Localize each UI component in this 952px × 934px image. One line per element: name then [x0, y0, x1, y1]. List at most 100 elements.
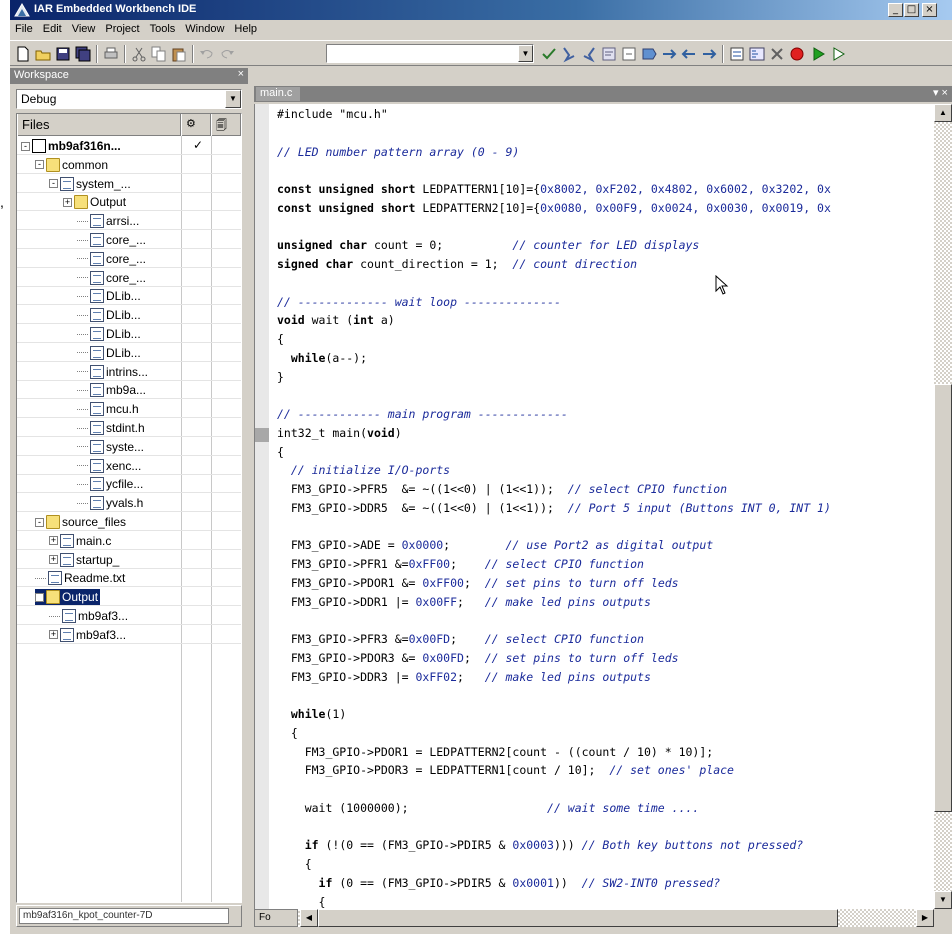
menu-edit[interactable]: Edit: [38, 20, 67, 40]
menu-tools[interactable]: Tools: [145, 20, 181, 40]
code-line[interactable]: FM3_GPIO->DDR3 |= 0xFF02; // make led pi…: [277, 669, 651, 685]
collapse-icon[interactable]: -: [35, 592, 44, 602]
tree-row[interactable]: - Output: [17, 588, 241, 607]
menu-help[interactable]: Help: [229, 20, 262, 40]
expand-icon[interactable]: +: [49, 555, 58, 565]
code-line[interactable]: FM3_GPIO->PDOR1 = LEDPATTERN2[count - ((…: [277, 744, 714, 760]
code-line[interactable]: int32_t main(void): [277, 425, 402, 441]
tree-node[interactable]: + Output: [63, 194, 126, 210]
download-and-debug-icon[interactable]: [830, 45, 848, 63]
collapse-icon[interactable]: -: [21, 141, 30, 151]
tree-row[interactable]: intrins...: [17, 363, 241, 381]
tree-row[interactable]: DLib...: [17, 325, 241, 343]
collapse-icon[interactable]: -: [35, 160, 44, 170]
tree-row[interactable]: syste...: [17, 438, 241, 456]
tree-row[interactable]: + Output: [17, 193, 241, 212]
code-line[interactable]: {: [277, 856, 312, 872]
tree-row[interactable]: Readme.txt: [17, 569, 241, 588]
tree-node[interactable]: mb9a...: [77, 382, 146, 398]
code-line[interactable]: {: [277, 725, 298, 741]
code-line[interactable]: {: [277, 894, 326, 910]
expand-icon[interactable]: +: [63, 197, 72, 207]
code-line[interactable]: unsigned char count = 0; // counter for …: [277, 237, 699, 253]
code-editor[interactable]: #include "mcu.h" // LED number pattern ar…: [254, 104, 950, 909]
code-line[interactable]: FM3_GPIO->PDOR3 &= 0x00FD; // set pins t…: [277, 650, 679, 666]
code-line[interactable]: FM3_GPIO->PFR5 &= ~((1<<0) | (1<<1)); //…: [277, 481, 727, 497]
code-line[interactable]: const unsigned short LEDPATTERN2[10]={0x…: [277, 200, 831, 216]
toggle-breakpoint-icon[interactable]: [788, 45, 806, 63]
tree-node[interactable]: + startup_: [49, 552, 119, 568]
tree-row[interactable]: xenc...: [17, 457, 241, 475]
next-bookmark-icon[interactable]: [660, 45, 678, 63]
horizontal-scroll-thumb[interactable]: [318, 909, 838, 927]
expand-icon[interactable]: +: [49, 630, 58, 640]
save-all-icon[interactable]: [74, 45, 92, 63]
make-icon[interactable]: [748, 45, 766, 63]
code-line[interactable]: FM3_GPIO->PDOR3 = LEDPATTERN1[count / 10…: [277, 762, 734, 778]
debug-icon[interactable]: [810, 45, 828, 63]
navigate-forward-icon[interactable]: [700, 45, 718, 63]
code-line[interactable]: FM3_GPIO->PFR1 &=0xFF00; // select CPIO …: [277, 556, 644, 572]
close-button[interactable]: ×: [922, 3, 937, 17]
tree-node[interactable]: + main.c: [49, 533, 111, 549]
collapse-icon[interactable]: -: [49, 179, 58, 189]
code-line[interactable]: if (0 == (FM3_GPIO->PDIR5 & 0x0001)) // …: [277, 875, 721, 891]
code-line[interactable]: // ------------ main program -----------…: [277, 406, 568, 422]
tree-row[interactable]: mb9af3...: [17, 607, 241, 625]
workspace-tab[interactable]: mb9af316n_kpot_counter-7D: [19, 908, 229, 924]
code-line[interactable]: }: [277, 369, 284, 385]
code-line[interactable]: FM3_GPIO->PFR3 &=0x00FD; // select CPIO …: [277, 631, 644, 647]
minimize-button[interactable]: _: [888, 3, 903, 17]
tree-row[interactable]: DLib...: [17, 344, 241, 362]
print-icon[interactable]: [102, 45, 120, 63]
code-line[interactable]: wait (1000000); // wait some time ....: [277, 800, 700, 816]
tree-node[interactable]: core_...: [77, 270, 146, 286]
undo-icon[interactable]: [198, 45, 216, 63]
tree-row[interactable]: - source_files: [17, 513, 241, 531]
output-column-icon[interactable]: 🗐: [211, 114, 241, 136]
tree-row[interactable]: arrsi...: [17, 212, 241, 231]
navigate-back-icon[interactable]: [680, 45, 698, 63]
horizontal-scrollbar[interactable]: Fo ◀ ▶: [254, 909, 934, 927]
find-combo[interactable]: ▼: [326, 44, 534, 63]
tree-row[interactable]: core_...: [17, 250, 241, 268]
close-icon[interactable]: ×: [238, 68, 244, 80]
find-previous-icon[interactable]: [580, 45, 598, 63]
tree-row[interactable]: + mb9af3...: [17, 626, 241, 644]
paste-icon[interactable]: [170, 45, 188, 63]
goto-line-icon[interactable]: [620, 45, 638, 63]
menu-view[interactable]: View: [67, 20, 101, 40]
vertical-scroll-thumb[interactable]: [934, 384, 952, 812]
maximize-button[interactable]: □: [904, 3, 919, 17]
tree-row[interactable]: core_...: [17, 269, 241, 287]
tree-node[interactable]: DLib...: [77, 307, 141, 323]
scroll-right-button[interactable]: ▶: [916, 909, 934, 927]
files-column-header[interactable]: Files: [17, 114, 181, 136]
tree-node[interactable]: syste...: [77, 439, 144, 455]
tree-node[interactable]: - common: [35, 157, 108, 173]
code-line[interactable]: FM3_GPIO->DDR5 &= ~((1<<0) | (1<<1)); //…: [277, 500, 831, 516]
tree-node[interactable]: Readme.txt: [35, 570, 125, 586]
code-line[interactable]: FM3_GPIO->ADE = 0x0000; // use Port2 as …: [277, 537, 713, 553]
tree-node[interactable]: + mb9af3...: [49, 627, 126, 643]
editor-tab[interactable]: main.c: [256, 87, 300, 101]
tree-row[interactable]: - mb9af316n... ✓: [17, 137, 241, 155]
tree-row[interactable]: + main.c: [17, 532, 241, 550]
tree-node[interactable]: DLib...: [77, 345, 141, 361]
code-line[interactable]: const unsigned short LEDPATTERN1[10]={0x…: [277, 181, 831, 197]
code-line[interactable]: while(1): [277, 706, 346, 722]
tree-node[interactable]: DLib...: [77, 326, 141, 342]
new-file-icon[interactable]: [14, 45, 32, 63]
code-line[interactable]: // initialize I/O-ports: [277, 462, 450, 478]
redo-icon[interactable]: [218, 45, 236, 63]
code-line[interactable]: while(a--);: [277, 350, 367, 366]
tree-node[interactable]: - system_...: [49, 176, 131, 192]
tree-node[interactable]: DLib...: [77, 288, 141, 304]
bottom-tab[interactable]: Fo: [254, 909, 298, 927]
tree-row[interactable]: + startup_: [17, 551, 241, 569]
toggle-bookmark-icon[interactable]: [640, 45, 658, 63]
tree-node[interactable]: - source_files: [35, 514, 126, 530]
editor-tab-controls[interactable]: ▾ ×: [933, 86, 948, 99]
tree-row[interactable]: stdint.h: [17, 419, 241, 437]
menu-window[interactable]: Window: [180, 20, 229, 40]
